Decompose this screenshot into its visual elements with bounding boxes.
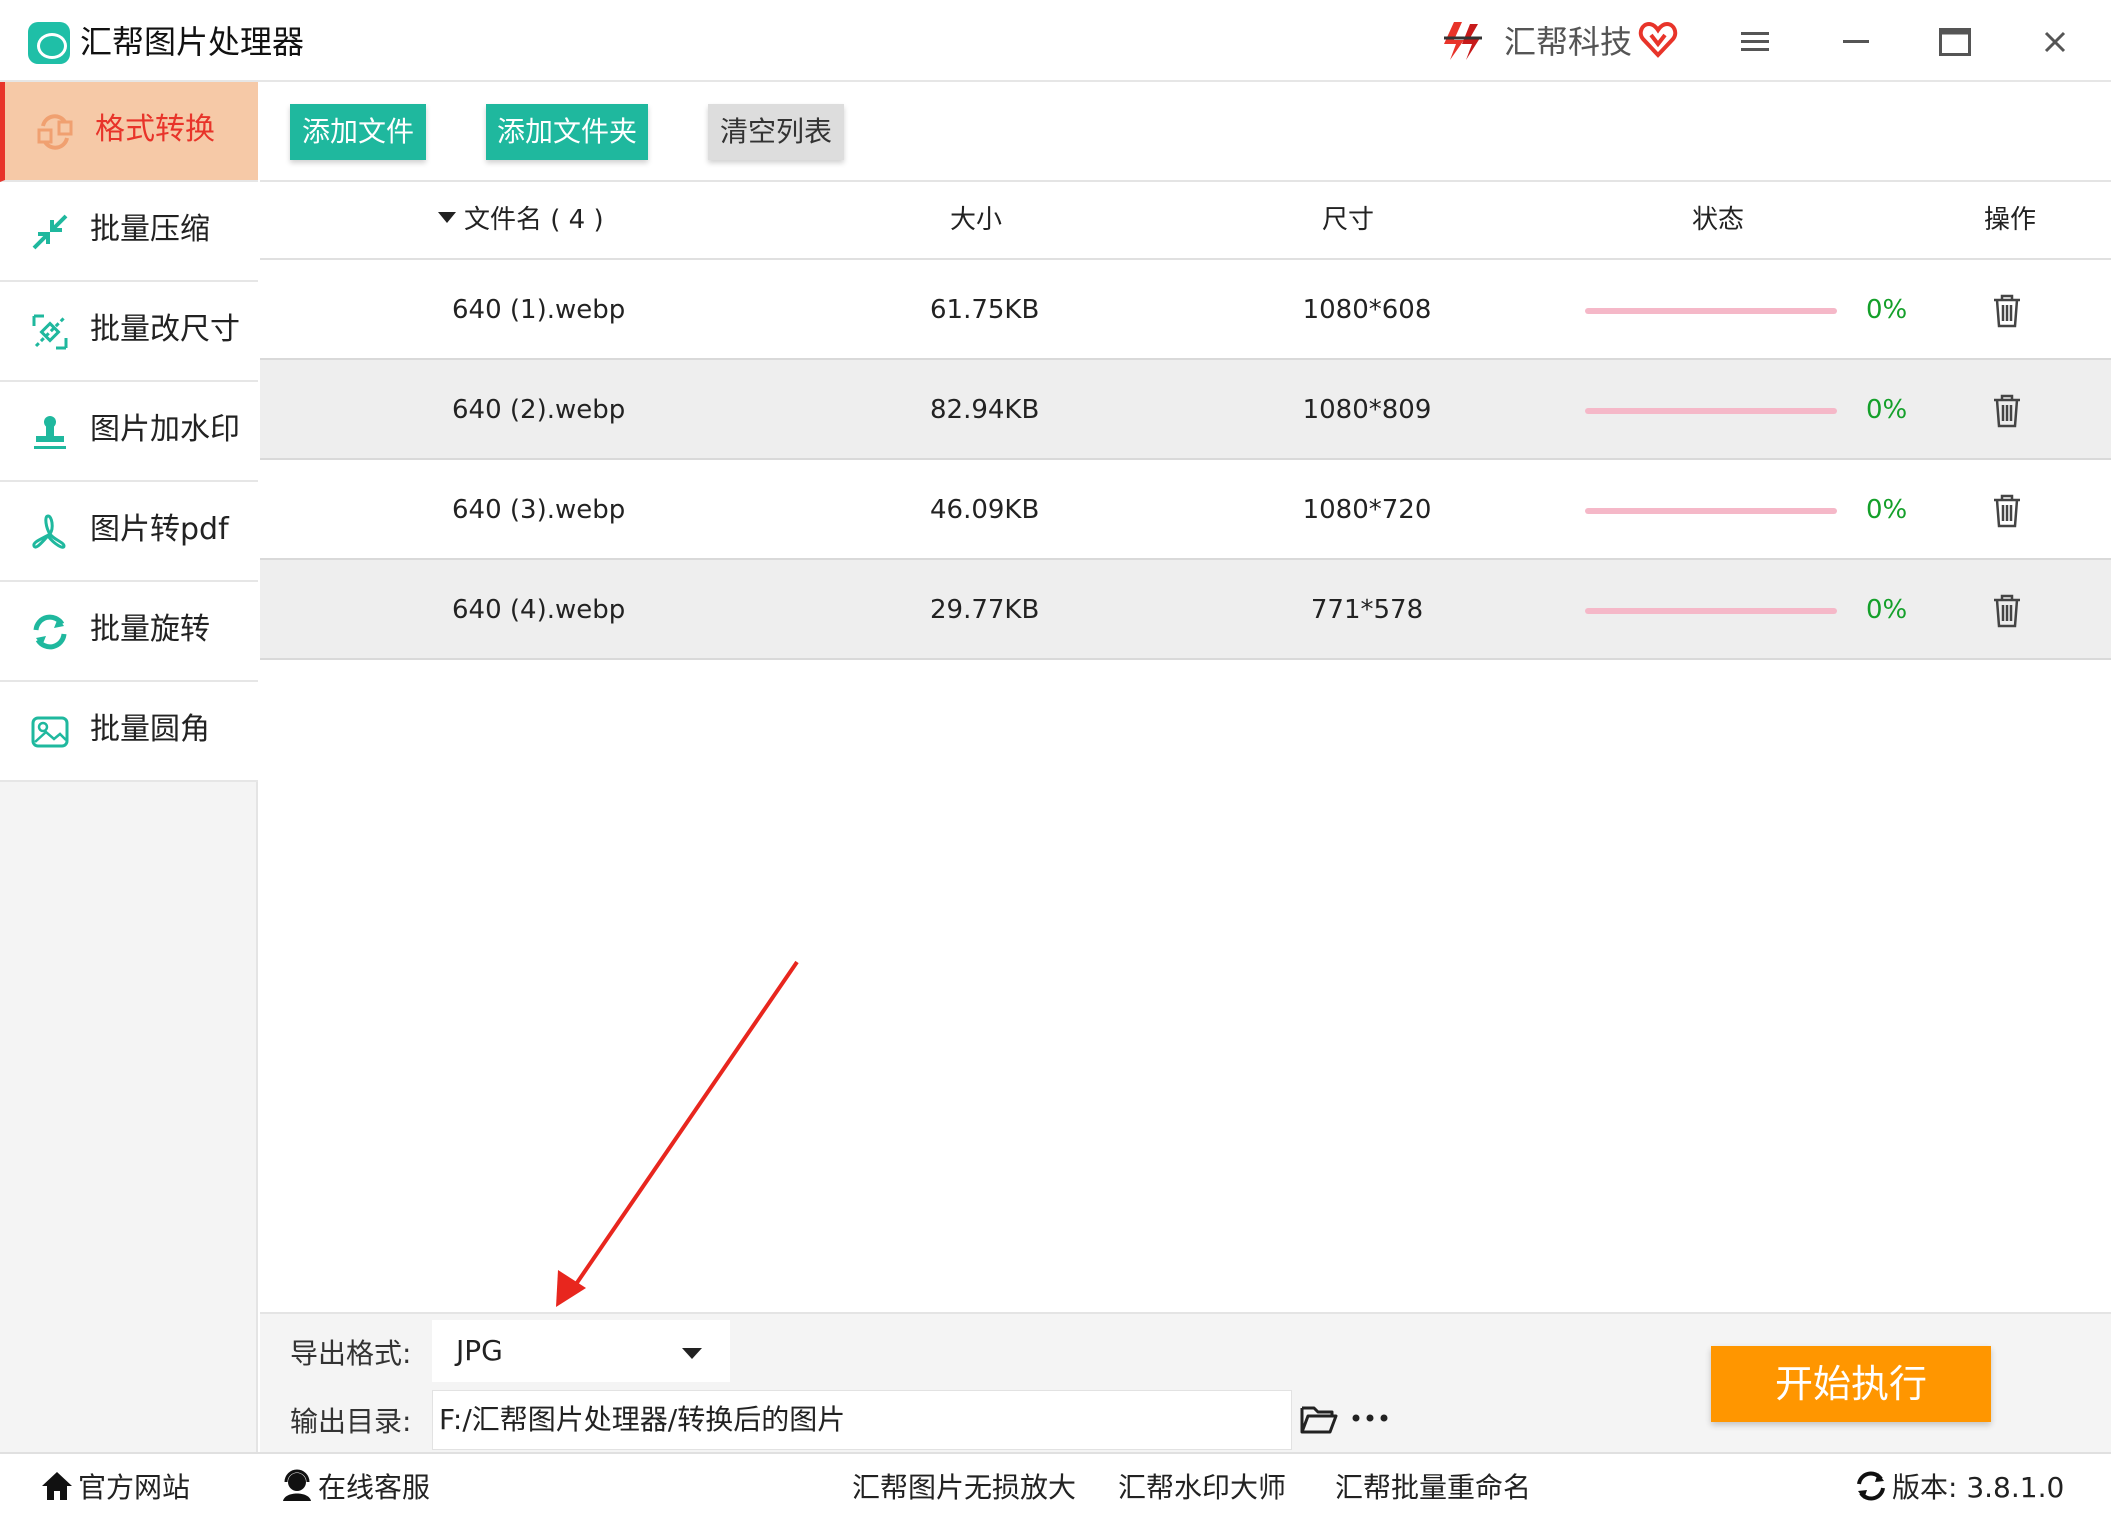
sidebar-item-label: 图片转pdf bbox=[90, 512, 229, 547]
export-format-select[interactable]: JPG bbox=[432, 1320, 730, 1382]
rotate-icon bbox=[33, 614, 67, 650]
upscale-app-link[interactable]: 汇帮图片无损放大 bbox=[852, 1466, 1076, 1510]
sidebar-item-rotate[interactable]: 批量旋转 bbox=[0, 582, 258, 682]
trash-icon[interactable] bbox=[1992, 494, 2022, 528]
format-convert-icon bbox=[37, 114, 73, 150]
sidebar-item-image-to-pdf[interactable]: 图片转pdf bbox=[0, 482, 258, 582]
maximize-button[interactable] bbox=[1933, 20, 1977, 64]
table-row[interactable]: 640 (2).webp 82.94KB 1080*809 0% bbox=[260, 360, 2111, 460]
sidebar-item-label: 批量旋转 bbox=[90, 612, 210, 647]
progress-percent: 0% bbox=[1866, 595, 1908, 625]
progress-bar bbox=[1585, 408, 1837, 414]
sidebar-item-label: 批量改尺寸 bbox=[90, 312, 240, 347]
sidebar-item-format-convert[interactable]: 格式转换 bbox=[0, 82, 258, 182]
sidebar-item-round-corner[interactable]: 批量圆角 bbox=[0, 682, 258, 782]
sidebar-item-label: 图片加水印 bbox=[90, 412, 240, 447]
official-site-link[interactable]: 官方网站 bbox=[40, 1466, 190, 1510]
close-icon bbox=[2044, 31, 2066, 53]
headset-user-icon bbox=[283, 1469, 311, 1501]
sidebar-item-label: 批量压缩 bbox=[90, 212, 210, 247]
file-name: 640 (4).webp bbox=[452, 595, 626, 625]
output-settings: 导出格式: JPG 输出目录: F:/汇帮图片处理器/转换后的图片 开始执行 bbox=[260, 1312, 2111, 1452]
trash-icon[interactable] bbox=[1992, 594, 2022, 628]
sidebar-item-compress[interactable]: 批量压缩 bbox=[0, 182, 258, 282]
export-format-value: JPG bbox=[456, 1334, 503, 1367]
minimize-button[interactable] bbox=[1834, 20, 1878, 64]
image-corner-icon bbox=[31, 716, 69, 748]
progress-bar bbox=[1585, 508, 1837, 514]
sidebar-item-watermark[interactable]: 图片加水印 bbox=[0, 382, 258, 482]
progress-percent: 0% bbox=[1866, 295, 1908, 325]
folder-open-icon[interactable] bbox=[1300, 1402, 1338, 1436]
rename-app-link[interactable]: 汇帮批量重命名 bbox=[1335, 1466, 1531, 1510]
clear-list-button[interactable]: 清空列表 bbox=[708, 104, 844, 160]
compress-icon bbox=[32, 214, 68, 250]
sidebar-item-label: 批量圆角 bbox=[90, 712, 210, 747]
home-icon bbox=[42, 1472, 72, 1500]
file-size: 46.09KB bbox=[930, 495, 1040, 525]
minimize-icon bbox=[1843, 40, 1869, 43]
start-button[interactable]: 开始执行 bbox=[1711, 1346, 1991, 1422]
add-folder-button[interactable]: 添加文件夹 bbox=[486, 104, 648, 160]
column-header-action: 操作 bbox=[1984, 205, 2037, 235]
sort-down-icon bbox=[438, 212, 456, 223]
output-dir-label: 输出目录: bbox=[290, 1405, 412, 1438]
table-row[interactable]: 640 (4).webp 29.77KB 771*578 0% bbox=[260, 560, 2111, 660]
vip-heart-icon[interactable] bbox=[1638, 20, 1678, 60]
trash-icon[interactable] bbox=[1992, 394, 2022, 428]
column-header-status: 状态 bbox=[1692, 205, 1745, 235]
maximize-icon bbox=[1939, 28, 1971, 56]
pdf-icon bbox=[32, 514, 66, 549]
hamburger-icon bbox=[1741, 32, 1769, 51]
app-logo-icon bbox=[28, 22, 70, 64]
add-file-button[interactable]: 添加文件 bbox=[290, 104, 426, 160]
online-service-link[interactable]: 在线客服 bbox=[280, 1466, 430, 1510]
file-table: 文件名 ( 4 ) 大小 尺寸 状态 操作 640 (1).webp 61.75… bbox=[260, 182, 2111, 660]
column-header-name[interactable]: 文件名 ( 4 ) bbox=[438, 202, 604, 238]
column-header-dimensions: 尺寸 bbox=[1322, 205, 1375, 235]
brand-name: 汇帮科技 bbox=[1504, 23, 1633, 61]
progress-percent: 0% bbox=[1866, 395, 1908, 425]
menu-button[interactable] bbox=[1733, 20, 1777, 64]
resize-icon bbox=[32, 314, 68, 350]
table-header: 文件名 ( 4 ) 大小 尺寸 状态 操作 bbox=[260, 182, 2111, 260]
file-size: 29.77KB bbox=[930, 595, 1040, 625]
file-size: 61.75KB bbox=[930, 295, 1040, 325]
file-dimensions: 1080*608 bbox=[1302, 295, 1432, 325]
watermark-app-link[interactable]: 汇帮水印大师 bbox=[1118, 1466, 1286, 1510]
footer: 官方网站 在线客服 汇帮图片无损放大 汇帮水印大师 汇帮批量重命名 版本: 3.… bbox=[0, 1452, 2111, 1519]
sidebar: 格式转换 批量压缩 批量改尺寸 图片加水印 图片转pdf 批量旋转 批量圆角 bbox=[0, 82, 258, 1452]
table-row[interactable]: 640 (1).webp 61.75KB 1080*608 0% bbox=[260, 260, 2111, 360]
toolbar: 添加文件 添加文件夹 清空列表 bbox=[260, 82, 2111, 182]
watermark-stamp-icon bbox=[34, 416, 66, 449]
close-button[interactable] bbox=[2033, 20, 2077, 64]
trash-icon[interactable] bbox=[1992, 294, 2022, 328]
export-format-label: 导出格式: bbox=[290, 1337, 412, 1370]
refresh-icon bbox=[1857, 1471, 1885, 1501]
more-dots-icon[interactable] bbox=[1350, 1408, 1390, 1428]
file-dimensions: 1080*720 bbox=[1302, 495, 1432, 525]
version-info[interactable]: 版本: 3.8.1.0 bbox=[1854, 1466, 2064, 1510]
sidebar-item-label: 格式转换 bbox=[95, 112, 215, 147]
app-title: 汇帮图片处理器 bbox=[80, 23, 305, 61]
chevron-down-icon bbox=[682, 1348, 702, 1359]
progress-bar bbox=[1585, 608, 1837, 614]
title-bar: 汇帮图片处理器 汇帮科技 bbox=[0, 0, 2111, 82]
file-name: 640 (3).webp bbox=[452, 495, 626, 525]
file-dimensions: 771*578 bbox=[1310, 595, 1424, 625]
file-size: 82.94KB bbox=[930, 395, 1040, 425]
output-dir-input[interactable]: F:/汇帮图片处理器/转换后的图片 bbox=[432, 1390, 1292, 1450]
column-header-size: 大小 bbox=[950, 205, 1003, 235]
brand-logo-icon bbox=[1444, 22, 1482, 60]
progress-bar bbox=[1585, 308, 1837, 314]
file-dimensions: 1080*809 bbox=[1302, 395, 1432, 425]
progress-percent: 0% bbox=[1866, 495, 1908, 525]
file-name: 640 (2).webp bbox=[452, 395, 626, 425]
table-row[interactable]: 640 (3).webp 46.09KB 1080*720 0% bbox=[260, 460, 2111, 560]
file-name: 640 (1).webp bbox=[452, 295, 626, 325]
sidebar-item-resize[interactable]: 批量改尺寸 bbox=[0, 282, 258, 382]
